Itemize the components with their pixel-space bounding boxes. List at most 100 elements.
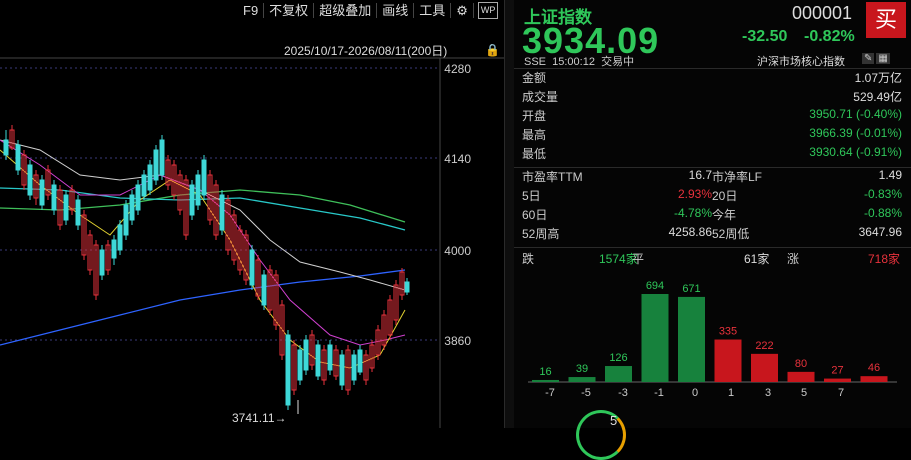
candle-body [111,239,117,259]
y-tick-label: 4000 [444,244,471,258]
candle-body [201,159,207,196]
distribution-bar [641,294,669,382]
distribution-bar [860,376,888,382]
stat-row: 金额 1.07万亿 [522,69,902,87]
stat-row: 最低 3930.64 (-0.91%) [522,145,902,163]
stat-row: 成交量 529.49亿 [522,88,902,106]
x-tick-label: -1 [654,387,664,399]
candle-body [159,139,165,176]
x-tick-label: -5 [581,387,591,399]
candle-body [285,334,291,406]
bar-value-label: 80 [795,358,807,370]
x-tick-label: 3 [765,387,771,399]
candle-body [327,344,333,371]
candle-body [219,194,225,231]
candle-body [3,139,9,156]
candles [3,125,410,410]
stat-value: 529.49亿 [853,90,902,104]
candle-body [189,184,195,216]
market-breadth: 跌 1574家 平 61家 涨 718家 [522,250,902,268]
bar-value-label: 335 [719,326,737,338]
edit-icon[interactable]: ✎ [862,53,875,64]
bar-value-label: 27 [831,365,843,377]
distribution-bar [678,296,705,382]
candle-body [357,349,363,373]
gauge-value: 5 [610,413,618,428]
candle-body [39,179,45,206]
candle-body [51,184,57,211]
distribution-bar [532,379,559,382]
index-code: 000001 [792,3,853,23]
bar-value-label: 46 [868,362,880,374]
kline-panel[interactable]: F9 不复权 超级叠加 画线 工具 ⚙ WP 2025/10/17-2026/0… [0,0,504,428]
board-label: 沪深市场核心指数 [757,56,845,68]
stat-value: 3966.39 (-0.01%) [809,126,902,140]
distribution-bar [605,366,632,382]
candle-body [153,149,159,181]
candle-body [99,249,105,276]
x-tick-label: -3 [618,387,628,399]
candle-body [15,144,21,171]
grid-cell: 5日 2.93% [522,187,712,203]
candle-body [404,281,410,293]
candle-body [141,174,147,197]
y-tick-label: 3860 [444,334,471,348]
distribution-bar [751,353,778,382]
quote-time: 15:00:12 [552,56,595,68]
trade-status: 交易中 [601,56,635,68]
flat-label: 平 [632,252,645,266]
candle-body [129,194,135,221]
stat-row: 开盘 3950.71 (-0.40%) [522,107,902,125]
up-label: 涨 [787,252,800,266]
candle-body [27,164,33,196]
candle-body [339,354,345,386]
stat-value: 3930.64 (-0.91%) [809,145,902,159]
x-tick-label: -7 [545,387,555,399]
low-price-label: 3741.11→ [232,411,287,425]
exchange-label: SSE [524,56,547,68]
flat-count: 61家 [744,252,770,266]
x-tick-label: 0 [692,387,698,399]
up-count: 718家 [868,252,901,266]
grid-cell: 52周高 4258.86 [522,225,712,241]
candle-body [351,354,357,381]
grid-icon[interactable]: ▦ [876,53,890,64]
divider [514,247,911,248]
bar-value-label: 39 [576,363,588,375]
distribution-bar [787,371,815,382]
candle-body [249,249,255,286]
distribution-bar [824,378,851,382]
candle-body [75,199,81,226]
distribution-bar [714,339,742,382]
stat-label: 开盘 [522,109,547,123]
candle-body [147,164,153,191]
grid-cell: 60日 -4.78% [522,206,712,222]
stat-label: 最低 [522,147,547,161]
candle-body [297,349,303,381]
down-label: 跌 [522,252,535,266]
bar-value-label: 126 [609,352,627,364]
y-tick-label: 4280 [444,62,471,76]
bar-value-label: 16 [539,366,551,378]
candle-body [195,174,201,206]
x-tick-label: 1 [728,387,734,399]
stat-label: 成交量 [522,90,559,104]
bar-value-label: 222 [755,340,773,352]
grid-cell: 市盈率TTM 16.7 [522,168,712,184]
x-tick-label: 7 [838,387,844,399]
distribution-bar [568,377,596,382]
candle-body [135,184,141,211]
stat-value: 1.07万亿 [854,71,902,85]
stat-value: 3950.71 (-0.40%) [809,107,902,121]
candle-body [315,344,321,377]
ma-line-blue [0,269,406,346]
grid-cell: 20日 -0.83% [712,187,902,203]
grid-cell: 今年 -0.88% [712,206,902,222]
candle-body [261,274,267,306]
header-icon-group: ✎ ▦ [862,53,890,64]
buy-button[interactable]: 买 [866,2,906,38]
quote-panel: 上证指数 000001 买 3934.09 -32.50 -0.82% SSE … [514,0,911,460]
bar-value-label: 671 [682,283,700,295]
candle-body [117,224,123,251]
stat-row: 最高 3966.39 (-0.01%) [522,126,902,144]
